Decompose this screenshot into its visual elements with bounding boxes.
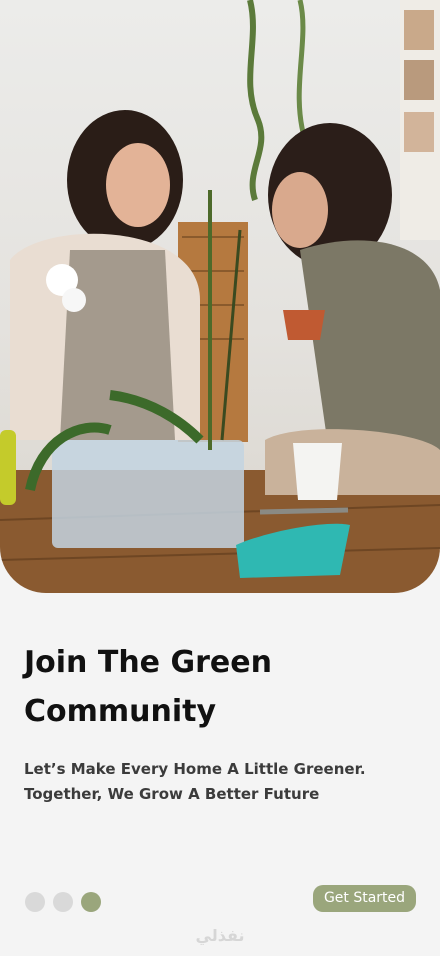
pagination-dot-3-active[interactable] bbox=[81, 892, 101, 912]
hero-illustration bbox=[0, 0, 440, 593]
page-subtitle-line2: Together, We Grow A Better Future bbox=[24, 785, 320, 803]
watermark-logo: نفذلي bbox=[195, 926, 245, 945]
pagination-dot-1[interactable] bbox=[25, 892, 45, 912]
page-title-line2: Community bbox=[24, 694, 217, 729]
pagination-dot-2[interactable] bbox=[53, 892, 73, 912]
page-subtitle: Let’s Make Every Home A Little Greener. … bbox=[24, 757, 414, 807]
page-title: Join The Green Community bbox=[24, 638, 404, 736]
page-subtitle-line1: Let’s Make Every Home A Little Greener. bbox=[24, 760, 366, 778]
pagination-dots bbox=[25, 892, 101, 912]
page-title-line1: Join The Green bbox=[24, 645, 272, 680]
hero-image bbox=[0, 0, 440, 593]
get-started-button[interactable]: Get Started bbox=[313, 885, 416, 912]
